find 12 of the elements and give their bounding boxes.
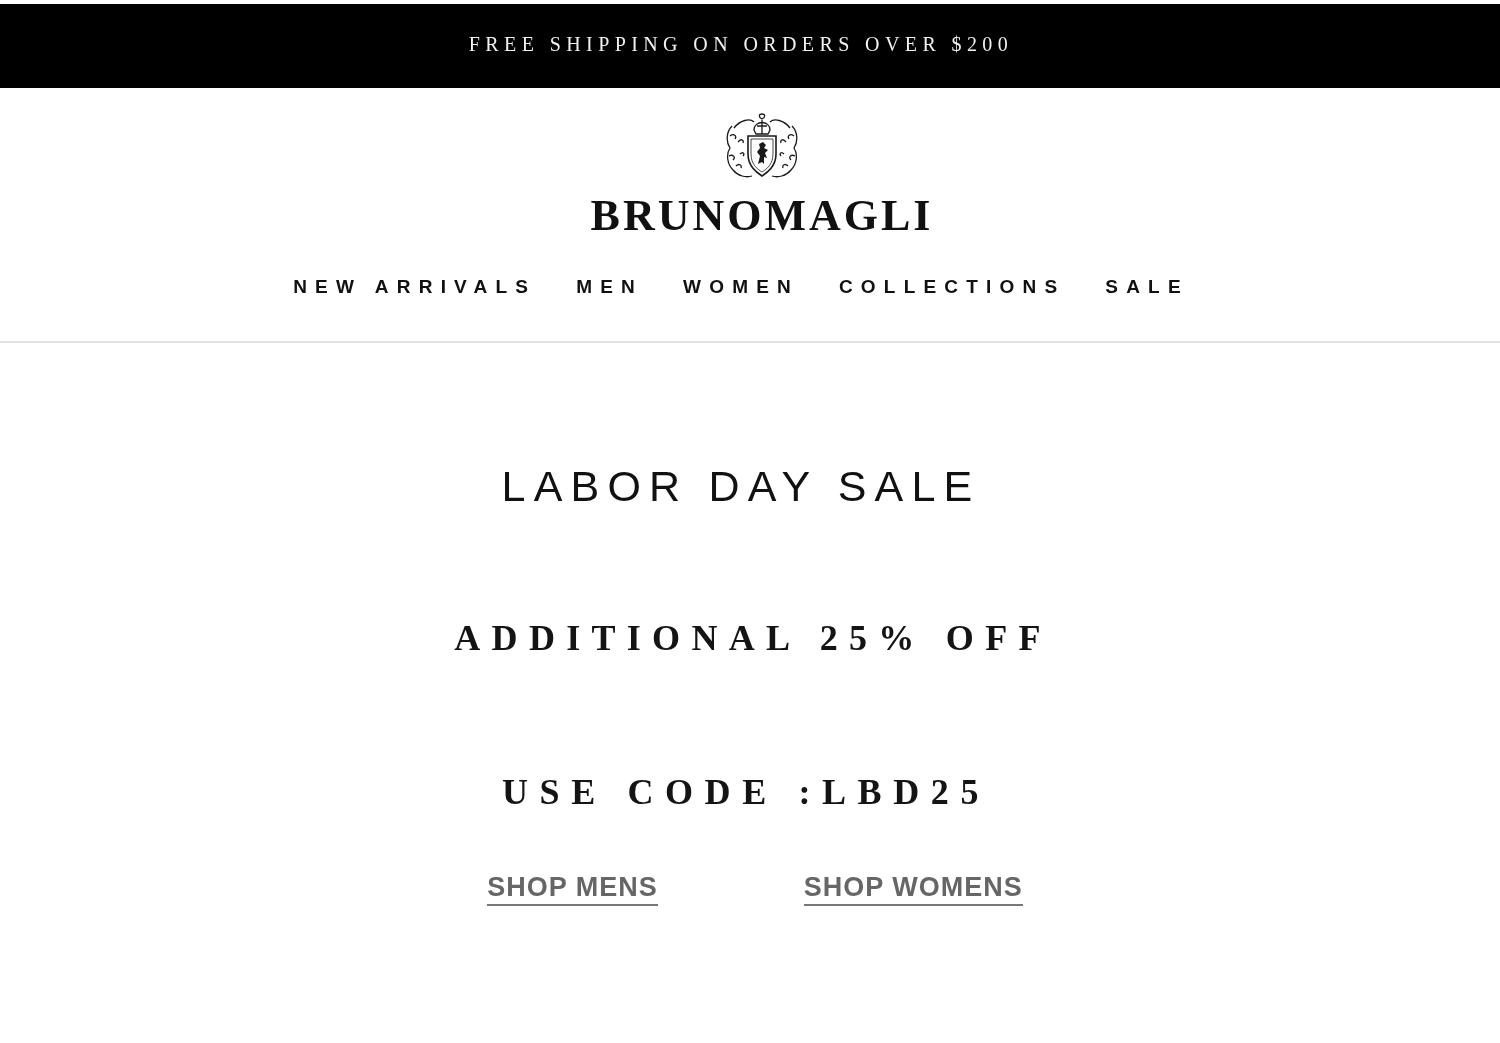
nav-link[interactable]: COLLECTIONS [838,277,1066,296]
shop-link[interactable]: SHOP MENS [487,874,658,906]
sale-heading: LABOR DAY SALE [501,465,981,508]
shop-link[interactable]: SHOP WOMENS [803,874,1023,906]
shipping-notice: FREE SHIPPING ON ORDERS OVER $200 [468,32,1014,56]
nav-link[interactable]: MEN [576,277,643,296]
brand-wordmark[interactable]: BRUNOMAGLI [590,194,934,238]
nav-link[interactable]: NEW ARRIVALS [293,277,537,296]
promo-code-heading: USE CODE :LBD25 [501,774,991,810]
nav-link[interactable]: SALE [1105,277,1189,296]
discount-heading: ADDITIONAL 25% OFF [454,620,1052,656]
nav-link[interactable]: WOMEN [683,277,799,296]
